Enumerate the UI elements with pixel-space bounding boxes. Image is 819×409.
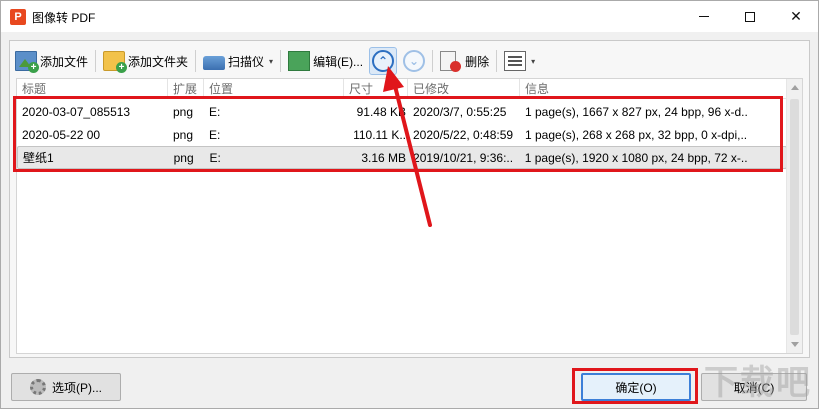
add-image-icon: + — [15, 51, 39, 73]
title-bar: P 图像转 PDF ✕ — [1, 1, 818, 32]
list-view-icon — [504, 51, 527, 71]
image-to-pdf-dialog: P 图像转 PDF ✕ + 添加文件 + 添加文件夹 扫描仪 ▾ 编辑(E)..… — [0, 0, 819, 409]
add-folder-icon: + — [103, 51, 128, 73]
minimize-button[interactable] — [681, 1, 727, 32]
arrow-down-icon: ⌄ — [403, 50, 426, 72]
scanner-label: 扫描仪 — [228, 54, 265, 69]
arrow-up-icon: ⌃ — [372, 50, 395, 72]
window-title: 图像转 PDF — [32, 11, 96, 25]
scanner-icon — [203, 56, 226, 70]
maximize-icon — [745, 11, 755, 22]
add-folder-button[interactable]: + 添加文件夹 — [99, 47, 192, 75]
add-file-label: 添加文件 — [40, 54, 89, 69]
toolbar-divider — [432, 50, 434, 72]
delete-button[interactable]: 删除 — [436, 47, 493, 75]
move-down-button[interactable]: ⌄ — [399, 47, 429, 75]
toolbar: + 添加文件 + 添加文件夹 扫描仪 ▾ 编辑(E)... ⌃ ⌄ 删除 ▾ — [11, 45, 809, 77]
vertical-scrollbar[interactable] — [786, 79, 802, 353]
scanner-button[interactable]: 扫描仪 ▾ — [199, 47, 277, 75]
toolbar-divider — [496, 50, 498, 72]
gear-icon — [30, 379, 46, 395]
options-label: 选项(P)... — [52, 380, 102, 395]
close-icon: ✕ — [790, 8, 802, 24]
close-button[interactable]: ✕ — [773, 1, 819, 32]
add-folder-label: 添加文件夹 — [128, 54, 189, 69]
options-button[interactable]: 选项(P)... — [11, 373, 121, 401]
scroll-thumb[interactable] — [790, 99, 799, 335]
file-panel: + 添加文件 + 添加文件夹 扫描仪 ▾ 编辑(E)... ⌃ ⌄ 删除 ▾ 标… — [9, 40, 810, 358]
move-up-button[interactable]: ⌃ — [369, 47, 398, 75]
view-mode-button[interactable]: ▾ — [500, 47, 539, 75]
toolbar-divider — [280, 50, 282, 72]
scroll-down-icon[interactable] — [791, 342, 799, 347]
edit-label: 编辑(E)... — [313, 54, 364, 69]
watermark: 下载吧 — [704, 364, 812, 402]
minimize-icon — [699, 16, 709, 17]
add-file-button[interactable]: + 添加文件 — [11, 47, 92, 75]
annotation-rows-highlight — [13, 96, 783, 172]
delete-label: 删除 — [465, 54, 490, 69]
annotation-ok-highlight — [572, 368, 698, 404]
toolbar-divider — [195, 50, 197, 72]
edit-image-icon — [288, 51, 311, 71]
scanner-dropdown-icon: ▾ — [269, 56, 274, 66]
scroll-up-icon[interactable] — [791, 85, 799, 90]
edit-button[interactable]: 编辑(E)... — [284, 47, 367, 75]
app-logo-icon: P — [10, 9, 26, 25]
delete-icon — [440, 51, 462, 72]
toolbar-divider — [95, 50, 97, 72]
maximize-button[interactable] — [727, 1, 773, 32]
view-dropdown-icon: ▾ — [531, 56, 536, 66]
